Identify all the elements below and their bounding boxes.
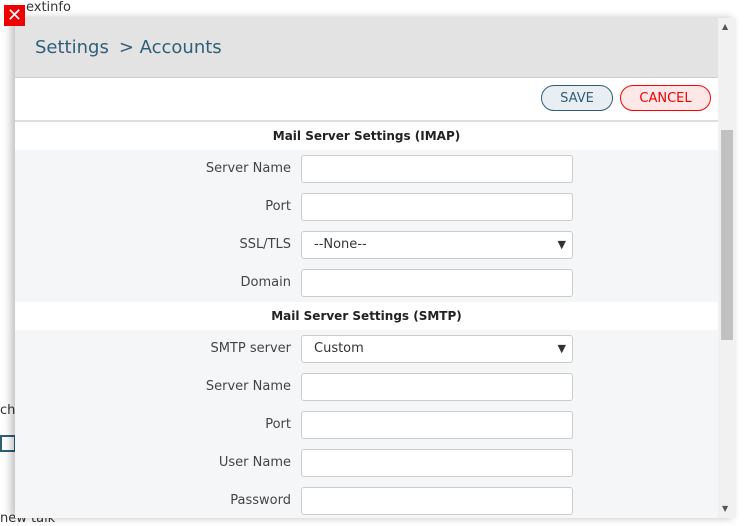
modal-header: Settings > Accounts [15,18,736,78]
imap-port-input[interactable] [301,193,573,221]
label: SMTP server [210,341,291,356]
label: Port [265,417,291,432]
breadcrumb: > Accounts [118,37,222,58]
ssl-tls-select[interactable]: --None-- ▼ [301,231,573,259]
label: SSL/TLS [239,237,291,252]
label: Server Name [205,161,291,176]
smtp-server-name-input[interactable] [301,373,573,401]
close-icon[interactable]: ✕ [4,5,25,26]
smtp-port-input[interactable] [301,411,573,439]
selected-value: --None-- [314,237,367,252]
cancel-button[interactable]: CANCEL [620,85,711,111]
label: Server Name [205,379,291,394]
smtp-section-title: Mail Server Settings (SMTP) [15,302,718,330]
domain-input[interactable] [301,269,573,297]
external-link-icon[interactable] [0,435,16,452]
background-text: ch [0,403,16,418]
scrollbar-thumb[interactable] [721,130,733,340]
label: Port [265,199,291,214]
scroll-up-icon[interactable]: ▲ [722,22,728,31]
imap-server-name-input[interactable] [301,155,573,183]
label: Domain [240,275,291,290]
save-button[interactable]: SAVE [541,85,613,111]
background-text: extinfo [26,0,71,15]
user-name-input[interactable] [301,449,573,477]
settings-modal: Settings > Accounts SAVE CANCEL Mail Ser… [15,18,736,518]
chevron-down-icon: ▼ [557,342,566,355]
selected-value: Custom [314,341,364,356]
imap-section-title: Mail Server Settings (IMAP) [15,122,718,150]
label: User Name [218,455,291,470]
scroll-down-icon[interactable]: ▼ [722,504,728,513]
page-title: Settings [35,37,109,58]
password-input[interactable] [301,487,573,515]
chevron-down-icon: ▼ [557,238,566,251]
smtp-server-select[interactable]: Custom ▼ [301,335,573,363]
scrollbar[interactable]: ▲ ▼ [718,18,736,518]
label: Password [230,493,291,508]
